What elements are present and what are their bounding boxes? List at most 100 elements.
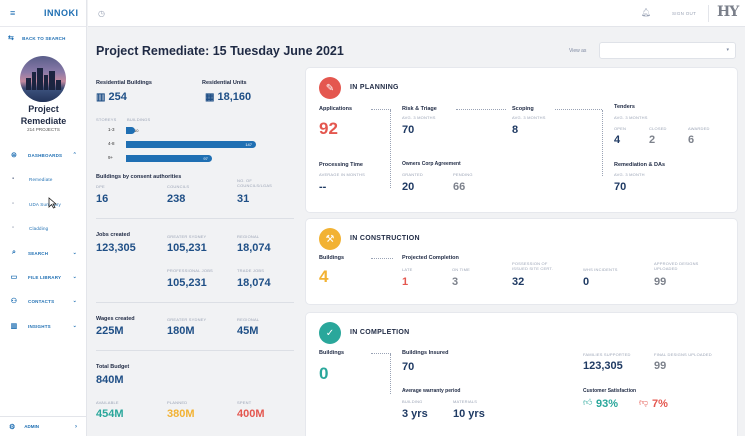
brand-logo: HY — [717, 4, 739, 20]
building-icon: ▥ — [96, 92, 106, 103]
sidebar-item-file-library[interactable]: ▭ FILE LIBRARY ⌄ — [0, 265, 87, 289]
chevron-down-icon: ⌄ — [72, 250, 77, 256]
prof-jobs-label: PROFESSIONAL JOBS — [167, 268, 213, 273]
open-value: 4 — [614, 134, 621, 146]
sidebar-item-dashboards[interactable]: ⊜ DASHBOARDS ⌃ — [0, 143, 87, 167]
sidebar-item-cladding[interactable]: ▫ Cladding — [0, 216, 87, 240]
brand-bar: ≡ INNOKI — [0, 0, 86, 27]
whs-label: WHS INCIDENTS — [583, 267, 618, 272]
pencil-icon: ✎ — [319, 77, 341, 99]
wages-gs-label: GREATER SYDNEY — [167, 317, 207, 322]
sidebar-item-uda-summary[interactable]: ▫ UDA Summary — [0, 192, 87, 216]
res-buildings-label: Residential Buildings — [96, 80, 152, 86]
late-label: LATE — [402, 267, 413, 272]
sidebar-item-insights[interactable]: ▥ INSIGHTS ⌄ — [0, 314, 87, 338]
project-image — [20, 56, 66, 102]
councils-value: 238 — [167, 193, 186, 205]
wages-gs-value: 180M — [167, 325, 195, 337]
storey-bar-row: 9+ 97 — [96, 155, 266, 163]
jobs-regional-label: REGIONAL — [237, 234, 260, 239]
project-name-line2: Remediate — [20, 116, 67, 126]
wages-regional-value: 45M — [237, 325, 259, 337]
chevron-down-icon: ▾ — [726, 47, 729, 53]
menu-icon[interactable]: ≡ — [10, 8, 22, 18]
admin-menu[interactable]: ⚙ ADMIN › — [0, 416, 87, 436]
wages-regional-label: REGIONAL — [237, 317, 260, 322]
connector-dots — [371, 109, 391, 110]
res-units-value: ▦ 18,160 — [205, 91, 251, 103]
possession-label: POSSESSION OF ISSUED SITE CERT. — [512, 261, 553, 271]
jobs-label: Jobs created — [96, 232, 130, 238]
storey-bar-value: 147 — [245, 142, 252, 147]
gear-icon: ⚙ — [9, 423, 16, 431]
dashboard-icon: ⊜ — [10, 152, 18, 159]
awarded-label: AWARDED — [688, 126, 710, 131]
chevron-down-icon: ⌄ — [72, 298, 77, 304]
res-units-number: 18,160 — [217, 91, 252, 103]
trade-jobs-value: 18,074 — [237, 277, 271, 289]
awarded-value: 6 — [688, 134, 695, 146]
open-label: OPEN — [614, 126, 627, 131]
sidebar-item-label: SEARCH — [28, 250, 49, 256]
bullet-icon: ▫ — [12, 225, 15, 231]
by-authority-label: Buildings by consent authorities — [96, 174, 182, 180]
risk-value: 70 — [402, 124, 415, 136]
storey-range-label: 1-3 — [108, 127, 115, 132]
thumbs-up-icon: 👍︎ — [583, 397, 593, 407]
history-icon[interactable]: ◷ — [98, 9, 105, 18]
connector-dots — [390, 354, 391, 394]
building-warranty-label: BUILDING — [402, 399, 423, 404]
connector-dots — [371, 258, 393, 259]
ontime-label: ON TIME — [452, 267, 470, 272]
sidebar-item-search[interactable]: ⌕ SEARCH ⌄ — [0, 241, 87, 265]
user-icon: ⚇ — [10, 298, 18, 305]
processing-sub: AVERAGE IN MONTHS — [319, 172, 365, 177]
view-as-select[interactable]: ▾ — [599, 42, 736, 59]
sign-out-button[interactable]: SIGN OUT — [672, 11, 696, 16]
back-to-search-link[interactable]: ⇆ BACK TO SEARCH — [0, 27, 86, 49]
connector-dots — [456, 109, 506, 110]
storey-bar-value: 97 — [203, 156, 208, 161]
sidebar-item-label: DASHBOARDS — [28, 152, 63, 158]
sidebar-item-remediate[interactable]: ▪ Remediate — [0, 167, 87, 191]
owners-label: Owners Corp Agreement — [402, 161, 461, 167]
granted-label: GRANTED — [402, 172, 423, 177]
storey-bar: 147 — [126, 141, 256, 148]
closed-label: CLOSED — [649, 126, 667, 131]
in-completion-card: ✓ IN COMPLETION Buildings 0 Buildings In… — [306, 313, 737, 436]
view-as-label: View as — [569, 48, 587, 54]
chevron-up-icon: ⌃ — [72, 152, 77, 158]
divider — [708, 5, 709, 22]
storeys-label: STOREYS — [96, 117, 117, 122]
chart-icon: ▥ — [10, 323, 18, 330]
sidebar-item-label: CONTACTS — [28, 298, 55, 304]
connector-dots — [371, 353, 391, 354]
sidebar-item-contacts[interactable]: ⚇ CONTACTS ⌄ — [0, 289, 87, 313]
risk-sub: AVG. 3 MONTHS — [402, 115, 436, 120]
ontime-value: 3 — [452, 276, 459, 288]
back-to-search-label: BACK TO SEARCH — [22, 35, 66, 41]
res-buildings-number: 254 — [108, 91, 127, 103]
app-logo[interactable]: INNOKI — [44, 8, 79, 18]
storey-bar-row: 4-8 147 — [96, 141, 266, 149]
dpe-label: DPE — [96, 184, 105, 189]
buildings-value: 4 — [319, 267, 329, 286]
scoping-label: Scoping — [512, 106, 534, 112]
risk-label: Risk & Triage — [402, 106, 437, 112]
chevron-down-icon: ⌄ — [72, 323, 77, 329]
jobs-regional-value: 18,074 — [237, 242, 271, 254]
res-units-label: Residential Units — [202, 80, 247, 86]
spent-value: 400M — [237, 408, 265, 420]
thumbs-down-icon: 👎︎ — [639, 397, 649, 407]
remediation-value: 70 — [614, 181, 627, 193]
scoping-sub: AVG. 3 MONTHS — [512, 115, 546, 120]
storey-range-label: 9+ — [108, 155, 114, 160]
divider — [96, 302, 294, 303]
budget-label: Total Budget — [96, 364, 130, 370]
positive-value: 93% — [596, 398, 619, 410]
connector-dots — [390, 110, 391, 188]
card-title: IN CONSTRUCTION — [350, 235, 420, 242]
bell-icon[interactable]: 🔔︎ — [641, 8, 651, 17]
app-root: ≡ INNOKI ⇆ BACK TO SEARCH Project Remedi… — [0, 0, 745, 436]
processing-label: Processing Time — [319, 162, 363, 168]
